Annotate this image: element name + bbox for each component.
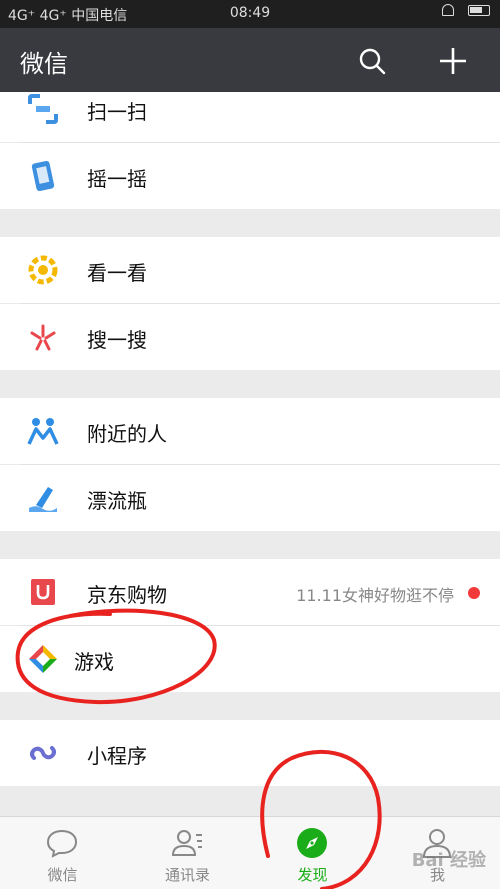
discover-compass-icon bbox=[297, 828, 327, 858]
menu-item-jd-shopping[interactable]: 京东购物 11.11女神好物逛不停 bbox=[0, 559, 500, 625]
games-icon bbox=[29, 645, 57, 673]
menu-item-label: 搜一搜 bbox=[87, 328, 147, 352]
search-sparkle-icon bbox=[30, 324, 56, 351]
jd-shopping-icon bbox=[31, 579, 55, 605]
menu-item-people-nearby[interactable]: 附近的人 bbox=[0, 398, 500, 464]
tab-chats[interactable]: 微信 bbox=[0, 817, 125, 889]
menu-item-top-stories[interactable]: 看一看 bbox=[0, 237, 500, 303]
menu-item-search[interactable]: 搜一搜 bbox=[0, 304, 500, 370]
tab-label: 发现 bbox=[297, 866, 328, 884]
menu-item-label: 游戏 bbox=[74, 650, 114, 674]
tab-label: 通讯录 bbox=[164, 866, 210, 884]
discover-list: 扫一扫 摇一摇 看一看 搜一搜 附近的人 漂流瓶 京东购物 11.11女神好物逛… bbox=[0, 92, 500, 816]
menu-item-drift-bottle[interactable]: 漂流瓶 bbox=[0, 465, 500, 531]
top-stories-icon bbox=[28, 255, 58, 285]
navigation-bar: 微信 bbox=[0, 28, 500, 92]
promo-text: 11.11女神好物逛不停 bbox=[296, 586, 454, 605]
watermark: Bai 经验 bbox=[411, 850, 486, 871]
new-badge bbox=[468, 587, 480, 599]
page-title: 微信 bbox=[20, 50, 68, 78]
menu-item-games[interactable]: 游戏 bbox=[0, 626, 500, 692]
scan-icon bbox=[28, 94, 58, 124]
clock: 08:49 bbox=[229, 5, 271, 21]
menu-item-label: 小程序 bbox=[87, 744, 147, 768]
menu-item-mini-program[interactable]: 小程序 bbox=[0, 720, 500, 786]
contacts-icon bbox=[171, 830, 202, 856]
menu-item-label: 京东购物 bbox=[87, 583, 167, 607]
status-bar: 4G⁺ 4G⁺ 中国电信 08:49 bbox=[0, 0, 500, 28]
tab-label: 微信 bbox=[47, 866, 78, 884]
menu-item-shake[interactable]: 摇一摇 bbox=[0, 143, 500, 209]
menu-item-label: 漂流瓶 bbox=[87, 489, 147, 513]
battery-icon bbox=[468, 4, 490, 16]
menu-item-label: 附近的人 bbox=[87, 422, 167, 446]
people-nearby-icon bbox=[27, 418, 59, 445]
alarm-icon bbox=[442, 4, 454, 16]
mini-program-icon bbox=[30, 746, 56, 760]
menu-item-label: 摇一摇 bbox=[87, 167, 147, 191]
tab-contacts[interactable]: 通讯录 bbox=[125, 817, 250, 889]
menu-item-label: 扫一扫 bbox=[87, 100, 147, 124]
menu-item-scan[interactable]: 扫一扫 bbox=[0, 92, 500, 142]
shake-icon bbox=[31, 160, 55, 192]
drift-bottle-icon bbox=[29, 487, 57, 512]
menu-item-label: 看一看 bbox=[87, 261, 147, 285]
tab-discover[interactable]: 发现 bbox=[250, 817, 375, 889]
search-icon[interactable] bbox=[355, 44, 389, 78]
plus-icon[interactable] bbox=[436, 44, 470, 78]
chat-icon bbox=[46, 829, 78, 858]
